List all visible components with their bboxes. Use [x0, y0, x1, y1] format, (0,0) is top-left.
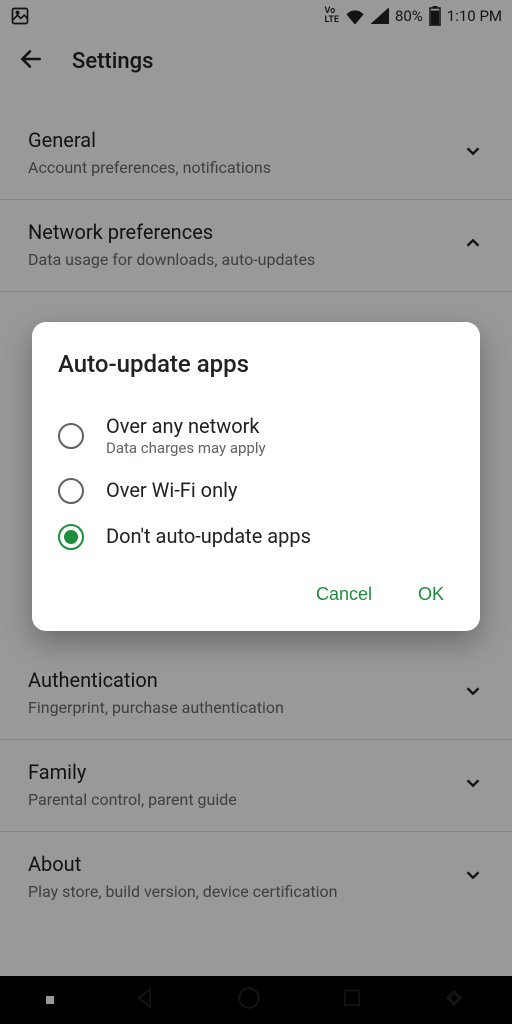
option-any-network[interactable]: Over any network Data charges may apply — [58, 404, 454, 468]
radio-icon — [58, 423, 84, 449]
option-title: Over any network — [106, 414, 266, 439]
option-text: Over Wi-Fi only — [106, 478, 237, 503]
option-subtitle: Data charges may apply — [106, 439, 266, 458]
cancel-button[interactable]: Cancel — [314, 578, 374, 611]
option-text: Over any network Data charges may apply — [106, 414, 266, 458]
radio-selected-icon — [58, 524, 84, 550]
auto-update-dialog: Auto-update apps Over any network Data c… — [32, 322, 480, 631]
ok-button[interactable]: OK — [416, 578, 446, 611]
option-wifi-only[interactable]: Over Wi-Fi only — [58, 468, 454, 514]
dialog-actions: Cancel OK — [58, 578, 454, 611]
option-title: Don't auto-update apps — [106, 524, 311, 549]
dialog-title: Auto-update apps — [58, 350, 454, 378]
option-text: Don't auto-update apps — [106, 524, 311, 549]
radio-icon — [58, 478, 84, 504]
option-title: Over Wi-Fi only — [106, 478, 237, 503]
option-dont-auto-update[interactable]: Don't auto-update apps — [58, 514, 454, 560]
